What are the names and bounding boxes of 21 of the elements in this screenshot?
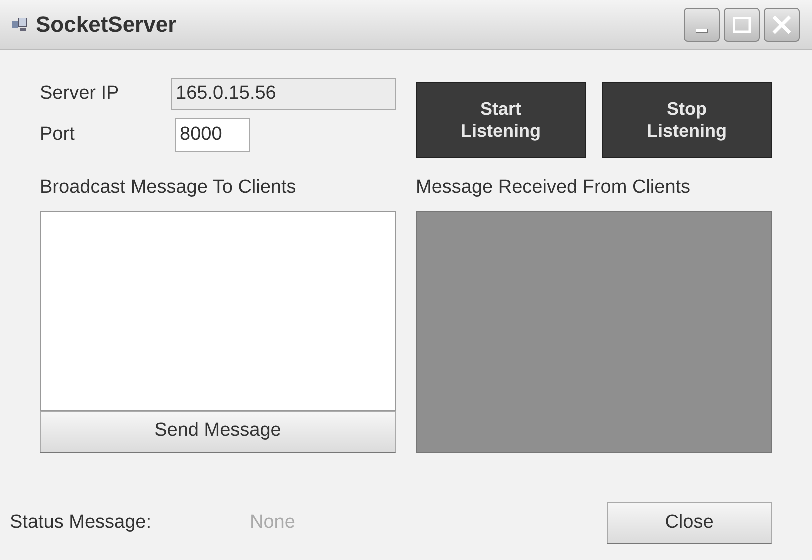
send-message-button[interactable]: Send Message [40, 410, 396, 452]
app-icon [12, 18, 28, 32]
server-ip-field[interactable]: 165.0.15.56 [171, 78, 396, 110]
close-button[interactable]: Close [607, 502, 772, 544]
maximize-icon [733, 16, 751, 32]
section-label: Broadcast Message To Clients [40, 176, 298, 200]
minimize-button[interactable] [684, 8, 720, 42]
message-field[interactable] [40, 210, 396, 410]
maximize-button[interactable] [724, 8, 760, 42]
close-icon [772, 14, 792, 34]
status-label: Status Message: [10, 510, 153, 535]
field-label: Server IP [40, 82, 120, 106]
window-title: SocketServer [36, 11, 177, 39]
field-label: Port [40, 122, 76, 147]
status-value: None [250, 510, 296, 535]
listen-button[interactable]: Stop Listening [602, 82, 772, 158]
listen-button[interactable]: Start Listening [416, 82, 586, 158]
port-field[interactable]: 8000 [175, 118, 250, 152]
section-label: Message Received From Clients [416, 176, 692, 200]
close-window-button[interactable] [764, 8, 800, 42]
minimize-icon [696, 28, 708, 32]
